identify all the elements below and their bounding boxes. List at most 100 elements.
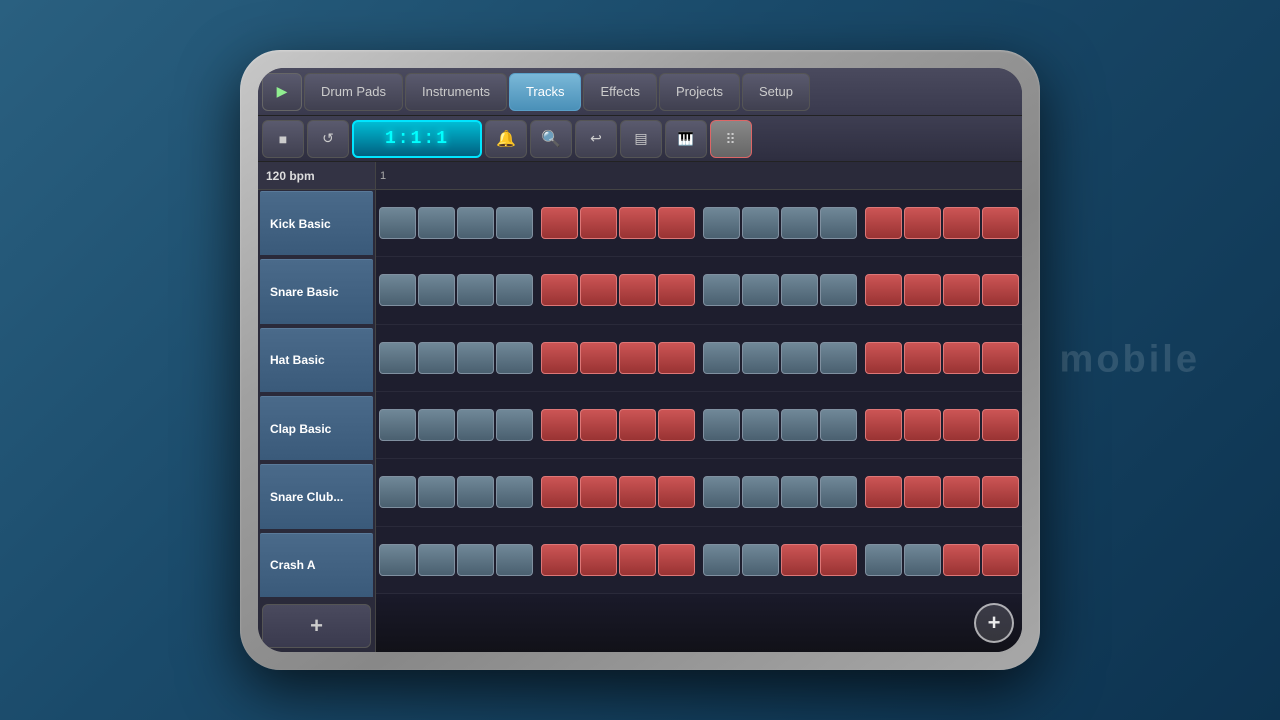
pad[interactable] xyxy=(379,409,416,441)
pad[interactable] xyxy=(943,476,980,508)
pad[interactable] xyxy=(781,409,818,441)
track-label-kick-basic[interactable]: Kick Basic xyxy=(260,191,373,257)
pad[interactable] xyxy=(904,342,941,374)
tab-effects[interactable]: Effects xyxy=(583,73,657,111)
list-button[interactable]: ▤ xyxy=(620,120,662,158)
pad[interactable] xyxy=(658,342,695,374)
pad[interactable] xyxy=(541,476,578,508)
pad[interactable] xyxy=(904,409,941,441)
pad[interactable] xyxy=(820,409,857,441)
pad[interactable] xyxy=(379,544,416,576)
pad[interactable] xyxy=(496,544,533,576)
pad[interactable] xyxy=(781,207,818,239)
pad[interactable] xyxy=(781,274,818,306)
pad[interactable] xyxy=(457,476,494,508)
track-label-clap-basic[interactable]: Clap Basic xyxy=(260,396,373,462)
pad[interactable] xyxy=(943,207,980,239)
pad[interactable] xyxy=(820,476,857,508)
pad[interactable] xyxy=(865,544,902,576)
pad[interactable] xyxy=(496,476,533,508)
pad[interactable] xyxy=(496,207,533,239)
piano-button[interactable]: 🎹 xyxy=(665,120,707,158)
metronome-button[interactable]: 🔔 xyxy=(485,120,527,158)
pad[interactable] xyxy=(904,544,941,576)
pad[interactable] xyxy=(703,409,740,441)
pad[interactable] xyxy=(580,476,617,508)
play-button[interactable]: ▶ xyxy=(262,73,302,111)
pad[interactable] xyxy=(982,274,1019,306)
pad[interactable] xyxy=(943,274,980,306)
pad[interactable] xyxy=(619,476,656,508)
pad[interactable] xyxy=(658,476,695,508)
pad[interactable] xyxy=(496,274,533,306)
track-label-crash-a[interactable]: Crash A xyxy=(260,533,373,599)
pad[interactable] xyxy=(943,409,980,441)
pad[interactable] xyxy=(781,342,818,374)
pad[interactable] xyxy=(904,476,941,508)
pad[interactable] xyxy=(580,409,617,441)
pad[interactable] xyxy=(541,207,578,239)
tab-tracks[interactable]: Tracks xyxy=(509,73,582,111)
pad[interactable] xyxy=(418,207,455,239)
pad[interactable] xyxy=(742,274,779,306)
pad[interactable] xyxy=(457,544,494,576)
pad[interactable] xyxy=(580,207,617,239)
pad[interactable] xyxy=(742,207,779,239)
bpm-display[interactable]: 1:1:1 xyxy=(352,120,482,158)
pad[interactable] xyxy=(865,274,902,306)
pad[interactable] xyxy=(982,476,1019,508)
pad[interactable] xyxy=(820,274,857,306)
pad[interactable] xyxy=(619,409,656,441)
pad[interactable] xyxy=(658,544,695,576)
pad[interactable] xyxy=(619,274,656,306)
tab-projects[interactable]: Projects xyxy=(659,73,740,111)
grid-button[interactable]: ⠿ xyxy=(710,120,752,158)
tab-drum-pads[interactable]: Drum Pads xyxy=(304,73,403,111)
pad[interactable] xyxy=(541,342,578,374)
pad[interactable] xyxy=(457,342,494,374)
loop-button[interactable]: ↺ xyxy=(307,120,349,158)
pad[interactable] xyxy=(865,476,902,508)
pad[interactable] xyxy=(943,544,980,576)
pad[interactable] xyxy=(742,476,779,508)
pad[interactable] xyxy=(658,409,695,441)
undo-button[interactable]: ↩ xyxy=(575,120,617,158)
pad[interactable] xyxy=(703,207,740,239)
pad[interactable] xyxy=(379,207,416,239)
track-label-hat-basic[interactable]: Hat Basic xyxy=(260,328,373,394)
pad[interactable] xyxy=(457,274,494,306)
tab-setup[interactable]: Setup xyxy=(742,73,810,111)
pad[interactable] xyxy=(619,342,656,374)
pad[interactable] xyxy=(418,544,455,576)
pad[interactable] xyxy=(703,342,740,374)
pad[interactable] xyxy=(418,274,455,306)
add-pattern-button[interactable]: + xyxy=(974,603,1014,643)
pad[interactable] xyxy=(982,207,1019,239)
pad[interactable] xyxy=(379,476,416,508)
pad[interactable] xyxy=(865,207,902,239)
pad[interactable] xyxy=(580,544,617,576)
pad[interactable] xyxy=(982,544,1019,576)
pad[interactable] xyxy=(742,409,779,441)
pad[interactable] xyxy=(865,342,902,374)
pad[interactable] xyxy=(742,342,779,374)
pad[interactable] xyxy=(904,274,941,306)
pad[interactable] xyxy=(658,207,695,239)
pad[interactable] xyxy=(496,342,533,374)
pad[interactable] xyxy=(541,409,578,441)
pad[interactable] xyxy=(982,342,1019,374)
pad[interactable] xyxy=(580,274,617,306)
pad[interactable] xyxy=(379,342,416,374)
pad[interactable] xyxy=(541,274,578,306)
track-label-snare-club[interactable]: Snare Club... xyxy=(260,464,373,530)
pad[interactable] xyxy=(418,342,455,374)
pad[interactable] xyxy=(418,409,455,441)
pad[interactable] xyxy=(703,274,740,306)
pad[interactable] xyxy=(703,476,740,508)
track-label-snare-basic[interactable]: Snare Basic xyxy=(260,259,373,325)
stop-button[interactable]: ■ xyxy=(262,120,304,158)
pad[interactable] xyxy=(742,544,779,576)
pad[interactable] xyxy=(580,342,617,374)
pad[interactable] xyxy=(865,409,902,441)
search-button[interactable]: 🔍 xyxy=(530,120,572,158)
